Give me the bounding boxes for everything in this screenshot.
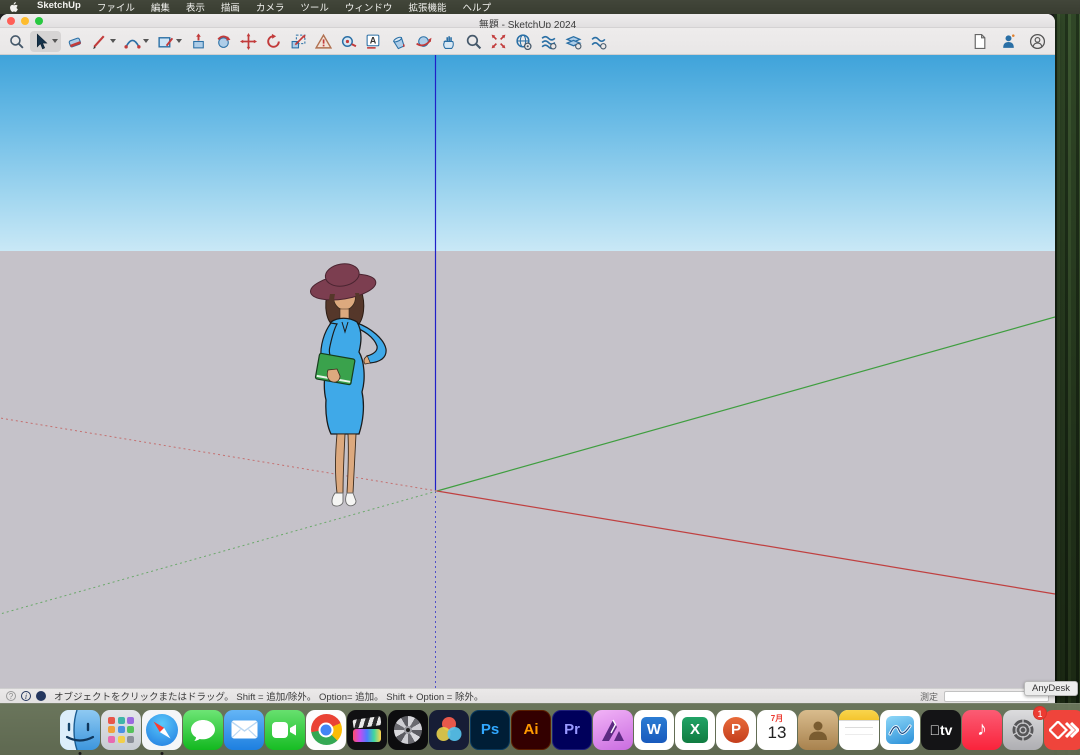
menu-item-カメラ[interactable]: カメラ: [248, 0, 293, 14]
dock-item-photoshop[interactable]: Ps: [470, 710, 510, 750]
dock-item-mail[interactable]: [224, 710, 264, 750]
dropdown-caret[interactable]: [52, 39, 58, 43]
dock-item-music[interactable]: ♪: [962, 710, 1002, 750]
tool-sandbox-1[interactable]: [537, 31, 560, 52]
dock-item-affinity[interactable]: [593, 710, 633, 750]
apple-menu-icon[interactable]: [9, 2, 19, 13]
menu-item-SketchUp[interactable]: SketchUp: [29, 0, 89, 14]
notification-badge: 1: [1033, 706, 1047, 720]
tool-sandbox-2[interactable]: [562, 31, 585, 52]
dropdown-caret[interactable]: [176, 39, 182, 43]
dock: PsAiPrWXP7月13tv♪1: [0, 703, 1080, 755]
dock-item-premiere-pro[interactable]: Pr: [552, 710, 592, 750]
desktop-wallpaper: [1054, 0, 1080, 755]
tool-move[interactable]: [237, 31, 260, 52]
tool-orbit[interactable]: [412, 31, 435, 52]
tool-axes-warning[interactable]: [312, 31, 335, 52]
tool-eraser[interactable]: [63, 31, 86, 52]
menu-item-ファイル[interactable]: ファイル: [89, 0, 143, 14]
status-bar: ? i オブジェクトをクリックまたはドラッグ。 Shift = 追加/除外。 O…: [0, 688, 1055, 703]
measurement-label: 測定: [920, 690, 938, 703]
tool-select[interactable]: [30, 31, 61, 52]
tool-sandbox-3[interactable]: [587, 31, 610, 52]
tool-push-pull[interactable]: [187, 31, 210, 52]
menu-item-描画[interactable]: 描画: [213, 0, 248, 14]
tool-line[interactable]: [88, 31, 119, 52]
svg-text:A: A: [370, 35, 377, 45]
scale-figure-person[interactable]: [297, 260, 409, 510]
menu-item-表示[interactable]: 表示: [178, 0, 213, 14]
dock-item-chrome[interactable]: [306, 710, 346, 750]
menu-item-編集[interactable]: 編集: [143, 0, 178, 14]
dock-item-safari[interactable]: [142, 710, 182, 750]
dock-item-anydesk[interactable]: [1044, 710, 1080, 750]
menu-item-ツール[interactable]: ツール: [292, 0, 337, 14]
title-bar[interactable]: 無題 - SketchUp 2024: [0, 14, 1055, 28]
tool-scale[interactable]: [287, 31, 310, 52]
dock-item-system-settings[interactable]: 1: [1003, 710, 1043, 750]
dock-item-davinci-resolve[interactable]: [429, 710, 469, 750]
desktop: SketchUpファイル編集表示描画カメラツールウィンドウ拡張機能ヘルプ 無題 …: [0, 0, 1080, 755]
tool-people[interactable]: [999, 31, 1018, 52]
dropdown-caret[interactable]: [110, 39, 116, 43]
tool-paint-bucket[interactable]: [387, 31, 410, 52]
tool-zoom[interactable]: [462, 31, 485, 52]
tool-arc[interactable]: [121, 31, 152, 52]
3d-viewport[interactable]: [0, 55, 1055, 688]
dock-item-calendar[interactable]: 7月13: [757, 710, 797, 750]
dock-item-apple-tv[interactable]: tv: [921, 710, 961, 750]
dock-tooltip: AnyDesk: [1024, 681, 1078, 696]
running-indicator: [161, 752, 164, 755]
dock-item-word[interactable]: W: [634, 710, 674, 750]
toolbar: A: [0, 28, 1055, 55]
dropdown-caret[interactable]: [143, 39, 149, 43]
dock-item-notes[interactable]: [839, 710, 879, 750]
dock-item-final-cut-pro[interactable]: [347, 710, 387, 750]
menu-item-ヘルプ[interactable]: ヘルプ: [454, 0, 499, 14]
drawing-axes: [0, 55, 1055, 688]
info-icon[interactable]: i: [21, 691, 31, 701]
tool-pan[interactable]: [437, 31, 460, 52]
tool-search[interactable]: [5, 31, 28, 52]
tool-rectangle[interactable]: [154, 31, 185, 52]
tool-rotate[interactable]: [262, 31, 285, 52]
dock-item-powerpoint[interactable]: P: [716, 710, 756, 750]
menu-bar: SketchUpファイル編集表示描画カメラツールウィンドウ拡張機能ヘルプ: [0, 0, 1080, 14]
dock-item-excel[interactable]: X: [675, 710, 715, 750]
tool-tape-measure[interactable]: [337, 31, 360, 52]
dock-item-launchpad[interactable]: [101, 710, 141, 750]
dock-item-drawing-app[interactable]: [880, 710, 920, 750]
tool-zoom-extents[interactable]: [487, 31, 510, 52]
dock-item-compressor[interactable]: [388, 710, 428, 750]
dock-item-illustrator[interactable]: Ai: [511, 710, 551, 750]
dock-item-facetime[interactable]: [265, 710, 305, 750]
running-indicator: [79, 752, 82, 755]
tool-warehouse[interactable]: [512, 31, 535, 52]
dock-item-contacts[interactable]: [798, 710, 838, 750]
help-icon[interactable]: ?: [6, 691, 16, 701]
menu-item-拡張機能[interactable]: 拡張機能: [400, 0, 454, 14]
status-hint: オブジェクトをクリックまたはドラッグ。 Shift = 追加/除外。 Optio…: [54, 689, 483, 703]
tool-account[interactable]: [1028, 31, 1047, 52]
sketchup-window: 無題 - SketchUp 2024 A: [0, 14, 1055, 703]
tool-text[interactable]: A: [362, 31, 385, 52]
dock-item-finder[interactable]: [60, 710, 100, 750]
tool-new-document[interactable]: [970, 31, 989, 52]
instructor-icon[interactable]: [36, 691, 46, 701]
menu-item-ウィンドウ[interactable]: ウィンドウ: [337, 0, 401, 14]
dock-item-messages[interactable]: [183, 710, 223, 750]
tool-follow-me[interactable]: [212, 31, 235, 52]
